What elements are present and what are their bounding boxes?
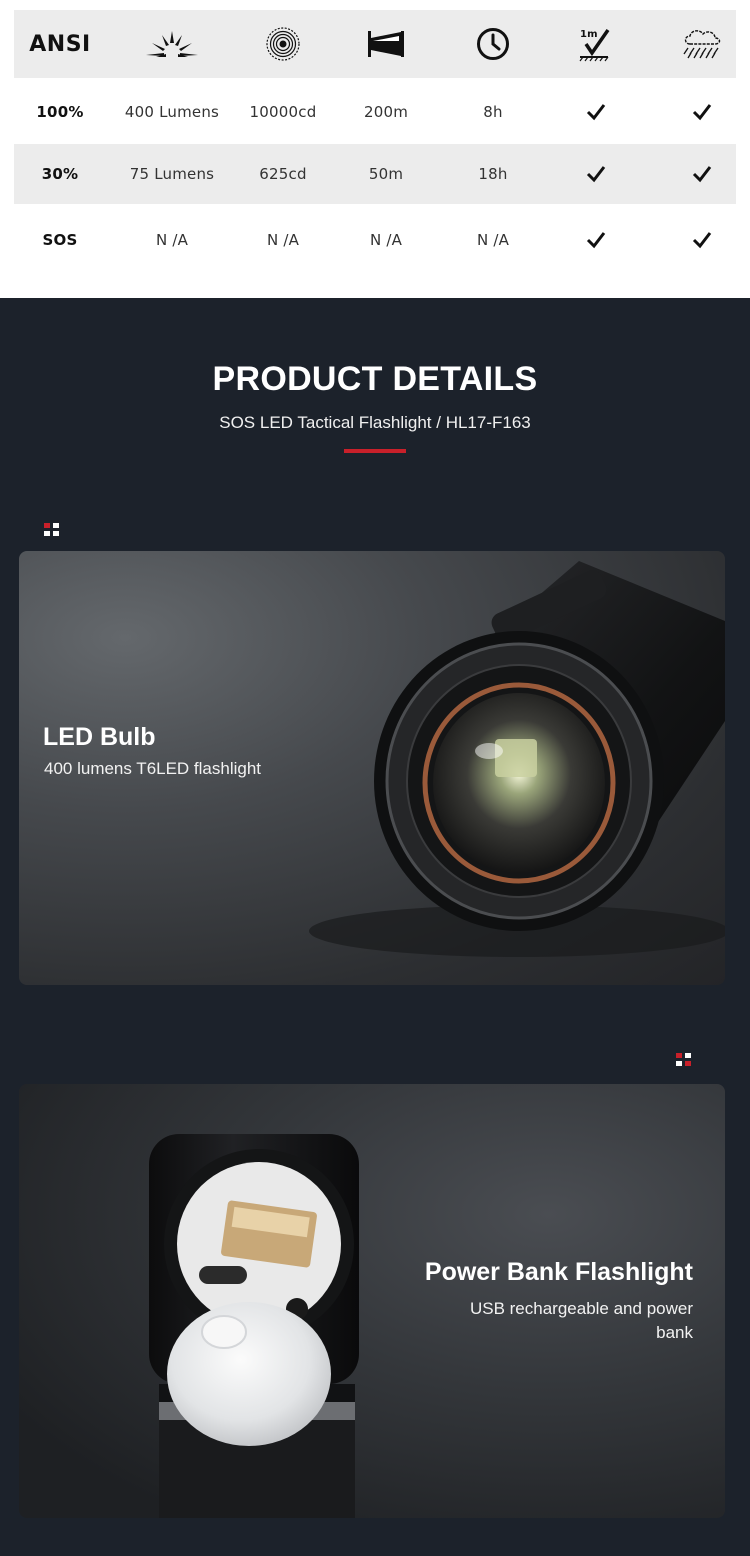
feature-card-led-bulb: LED Bulb 400 lumens T6LED flashlight <box>19 551 725 985</box>
ansi-label-cell: ANSI <box>14 10 106 78</box>
beam-distance-cell: 200m <box>363 103 409 121</box>
mode-cell: SOS <box>42 231 78 249</box>
feature-description: 400 lumens T6LED flashlight <box>44 759 262 778</box>
section-marker-icon <box>44 523 60 537</box>
table-row: SOS N /A N /A N /A N /A ✓ ✓ <box>14 206 736 274</box>
beam-intensity-cell: 625cd <box>259 165 307 183</box>
feature-description: USB rechargeable and power bank <box>469 1299 693 1342</box>
water-check-icon: ✓ <box>650 80 750 144</box>
section-marker-icon <box>676 1053 692 1067</box>
light-output-icon <box>114 10 230 78</box>
water-check-icon: ✓ <box>650 206 750 274</box>
table-row: 30% 75 Lumens 625cd 50m 18h ✓ ✓ <box>14 144 736 204</box>
ansi-label: ANSI <box>29 31 91 57</box>
runtime-cell: 18h <box>478 165 508 183</box>
runtime-cell: N /A <box>476 231 510 249</box>
feature-card-power-bank: Power Bank Flashlight USB rechargeable a… <box>19 1084 725 1518</box>
beam-distance-cell: 50m <box>368 165 404 183</box>
impact-label: 1m <box>580 29 598 40</box>
light-output-cell: 400 Lumens <box>124 103 220 121</box>
ansi-spec-table: ANSI 1m 100% 400 Lumens 10000cd 200m 8h … <box>0 0 750 298</box>
water-check-icon: ✓ <box>650 144 750 204</box>
beam-intensity-cell: N /A <box>266 231 300 249</box>
table-row: 100% 400 Lumens 10000cd 200m 8h ✓ ✓ <box>14 80 736 144</box>
light-output-cell: N /A <box>155 231 189 249</box>
beam-distance-cell: N /A <box>369 231 403 249</box>
water-resistance-icon <box>650 10 750 78</box>
beam-intensity-icon <box>228 10 338 78</box>
impact-check-icon: ✓ <box>546 206 646 274</box>
runtime-cell: 8h <box>483 103 503 121</box>
impact-check-icon: ✓ <box>546 80 646 144</box>
title-divider <box>344 449 406 453</box>
mode-cell: 100% <box>36 103 84 121</box>
beam-intensity-cell: 10000cd <box>249 103 317 121</box>
mode-cell: 30% <box>41 165 79 183</box>
light-output-cell: 75 Lumens <box>129 165 215 183</box>
runtime-clock-icon <box>438 10 548 78</box>
table-header-row: ANSI 1m <box>14 10 736 78</box>
feature-title: LED Bulb <box>43 723 156 751</box>
page-subtitle: SOS LED Tactical Flashlight / HL17-F163 <box>219 413 531 432</box>
beam-distance-icon <box>334 10 438 78</box>
impact-resistance-icon: 1m <box>546 10 646 78</box>
page-title: PRODUCT DETAILS <box>212 360 538 398</box>
feature-title: Power Bank Flashlight <box>424 1258 693 1286</box>
impact-check-icon: ✓ <box>546 144 646 204</box>
